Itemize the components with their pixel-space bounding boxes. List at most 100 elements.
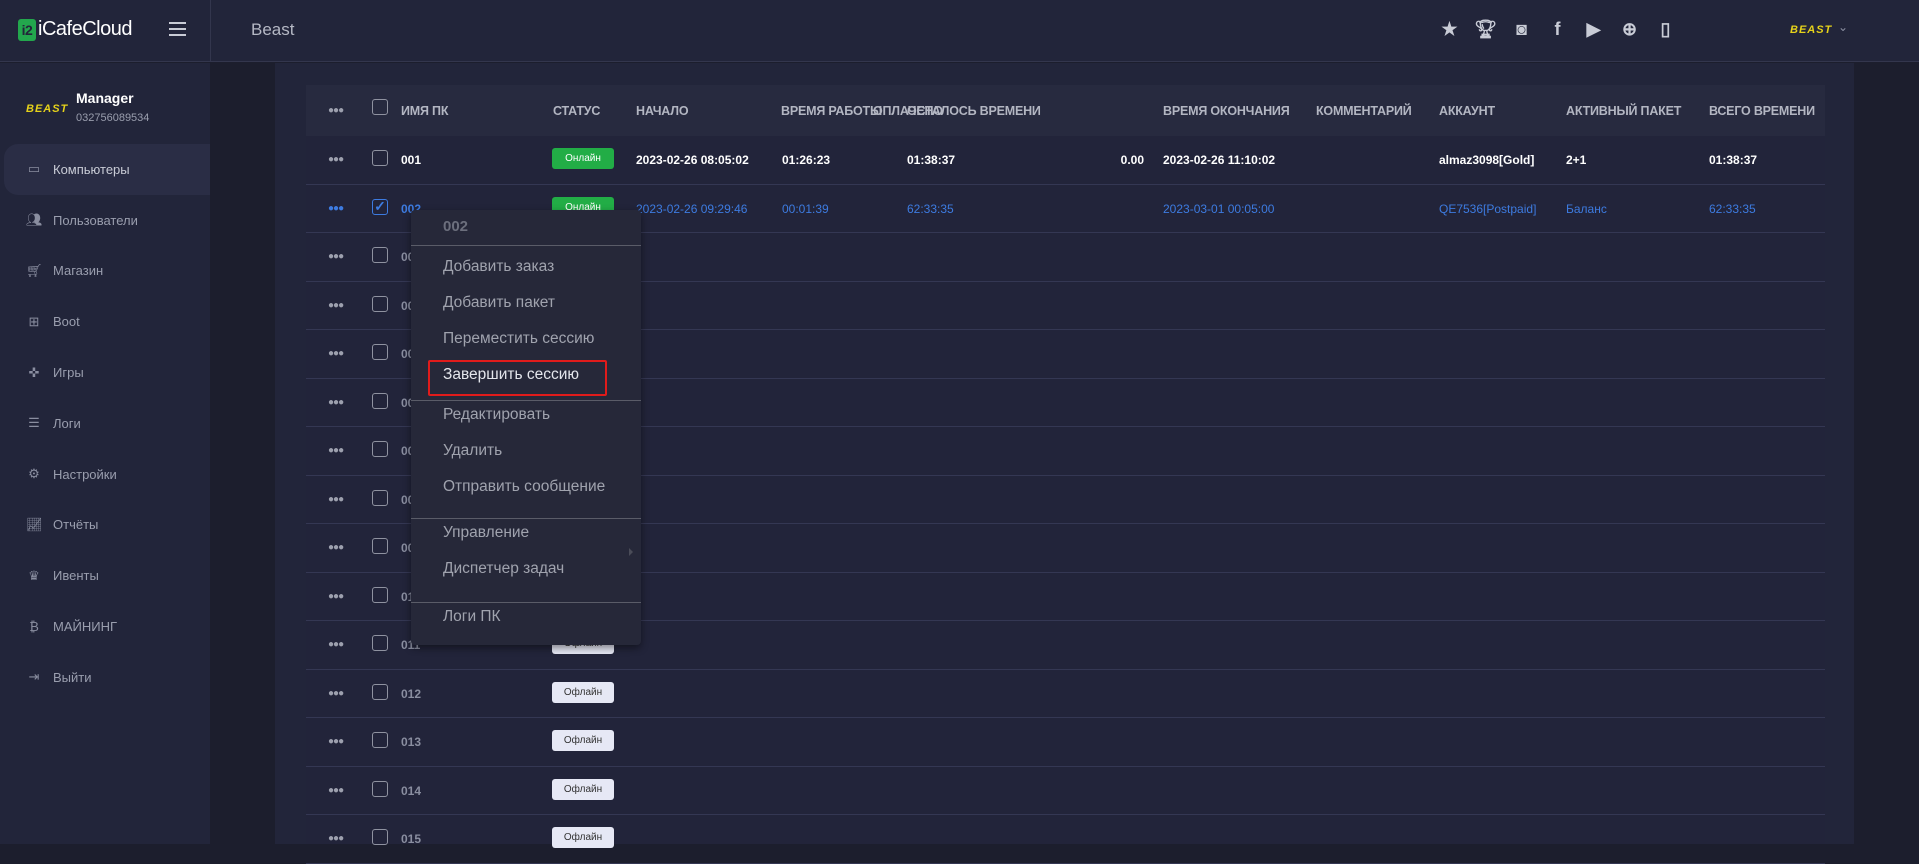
row-checkbox[interactable]	[372, 635, 388, 651]
chevron-down-icon[interactable]: ⌄	[1838, 20, 1848, 34]
context-menu: 002 Добавить заказ Добавить пакет Перемест…	[411, 210, 641, 645]
monitor-icon: ▭	[27, 161, 41, 177]
youtube-icon[interactable]: ▶	[1582, 18, 1605, 41]
page-title: Beast	[251, 20, 295, 39]
discord-icon[interactable]: ◙	[1510, 18, 1533, 41]
sidebar-item-5[interactable]: ☰ Логи	[4, 398, 210, 449]
col-account[interactable]: АККАУНТ	[1439, 104, 1495, 118]
more-options-icon[interactable]: ●●●	[328, 833, 344, 844]
more-options-icon[interactable]: ●●●	[328, 300, 344, 311]
sidebar-item-4[interactable]: ✜ Игры	[4, 347, 210, 398]
col-package[interactable]: АКТИВНЫЙ ПАКЕТ	[1566, 104, 1681, 118]
more-options-icon[interactable]: ●●●	[328, 736, 344, 747]
sidebar-item-10[interactable]: ⇥ Выйти	[4, 652, 210, 703]
row-checkbox[interactable]	[372, 683, 388, 700]
sidebar-item-label: Ивенты	[53, 568, 99, 584]
row-checkbox[interactable]	[372, 732, 388, 748]
more-options-icon[interactable]: ●●●	[328, 445, 344, 456]
menu-item-1[interactable]: Добавить пакет	[443, 294, 555, 312]
sidebar-item-label: Логи	[53, 415, 81, 431]
pc-name[interactable]: 001	[401, 153, 421, 167]
more-options-icon[interactable]: ●●●	[328, 251, 344, 262]
total-time: 62:33:35	[1709, 201, 1756, 216]
table-row[interactable]: ●●● 015 Офлайн	[306, 815, 1825, 864]
row-checkbox[interactable]	[372, 780, 388, 797]
book-icon[interactable]: ▯	[1654, 18, 1677, 41]
more-options-icon[interactable]: ●●●	[328, 639, 344, 650]
more-options-icon[interactable]: ●●●	[328, 688, 344, 699]
more-options-icon[interactable]: ●●●	[328, 542, 344, 553]
active-package: 2+1	[1566, 153, 1587, 167]
row-checkbox[interactable]	[372, 295, 388, 312]
more-options-icon[interactable]: ●●●	[328, 203, 344, 214]
menu-item-3[interactable]: Завершить сессию	[443, 366, 579, 384]
table-row[interactable]: ●●● 001 Онлайн 2023-02-26 08:05:02 01:26:23 0…	[306, 136, 1825, 185]
row-checkbox[interactable]	[372, 344, 388, 360]
row-checkbox[interactable]	[372, 392, 388, 409]
more-options-icon[interactable]: ●●●	[328, 348, 344, 359]
pc-name[interactable]: 012	[401, 687, 421, 701]
row-checkbox[interactable]	[372, 538, 388, 554]
col-start[interactable]: НАЧАЛО	[636, 104, 689, 118]
row-checkbox[interactable]	[372, 586, 388, 603]
col-comment[interactable]: КОММЕНТАРИЙ	[1316, 104, 1412, 118]
more-options-icon[interactable]: ●●●	[328, 494, 344, 505]
sidebar-item-6[interactable]: ⚙ Настройки	[4, 449, 210, 500]
sidebar-item-7[interactable]: 📈︎ Отчёты	[4, 500, 210, 551]
hamburger-menu-icon[interactable]	[169, 22, 186, 36]
menu-item-9[interactable]: Логи ПК	[443, 608, 501, 626]
more-options-icon[interactable]: ●●●	[328, 785, 344, 796]
brand-logo-menu[interactable]: BEAST	[1790, 24, 1832, 36]
ranking-stars-icon[interactable]: ★	[1438, 18, 1461, 41]
account: almaz3098[Gold]	[1439, 153, 1535, 167]
menu-item-0[interactable]: Добавить заказ	[443, 258, 554, 276]
account: QE7536[Postpaid]	[1439, 201, 1537, 216]
more-options-icon[interactable]: ●●●	[328, 591, 344, 602]
col-work-time[interactable]: ВРЕМЯ РАБОТЫ	[781, 104, 882, 118]
menu-item-7[interactable]: Управление	[443, 524, 529, 542]
table-row[interactable]: ●●● 013 Офлайн	[306, 718, 1825, 767]
menu-item-8[interactable]: Диспетчер задач	[443, 560, 564, 578]
more-options-icon[interactable]: ●●●	[328, 154, 344, 165]
sidebar-item-9[interactable]: ₿ МАЙНИНГ	[4, 601, 210, 652]
globe-icon[interactable]: ⊕	[1618, 18, 1641, 41]
more-options-icon[interactable]: ●●●	[328, 105, 344, 116]
col-total[interactable]: ВСЕГО ВРЕМЕНИ	[1709, 104, 1815, 118]
col-end-time[interactable]: ВРЕМЯ ОКОНЧАНИЯ	[1163, 104, 1290, 118]
table-row[interactable]: ●●● 012 Офлайн	[306, 670, 1825, 718]
gamepad-icon: ✜	[28, 364, 40, 380]
logo[interactable]: i2 iCafeCloud	[18, 18, 132, 41]
context-menu-title: 002	[443, 218, 469, 235]
row-checkbox[interactable]: ✓	[372, 198, 388, 215]
sidebar-item-0[interactable]: ▭ Компьютеры	[4, 144, 210, 195]
row-checkbox[interactable]	[372, 829, 388, 845]
menu-separator	[411, 518, 641, 519]
pc-name[interactable]: 014	[401, 784, 421, 798]
more-options-icon[interactable]: ●●●	[328, 397, 344, 408]
sidebar-item-label: Отчёты	[53, 517, 99, 533]
menu-item-5[interactable]: Удалить	[443, 442, 502, 460]
col-status[interactable]: СТАТУС	[553, 104, 600, 118]
menu-item-2[interactable]: Переместить сессию	[443, 330, 594, 348]
user-phone: 032756089534	[76, 112, 150, 124]
sidebar-item-8[interactable]: ♛ Ивенты	[4, 550, 210, 601]
menu-item-4[interactable]: Редактировать	[443, 406, 550, 424]
sidebar-item-3[interactable]: ⊞ Boot	[4, 296, 210, 347]
col-pc-name[interactable]: ИМЯ ПК	[401, 104, 448, 118]
select-all-checkbox[interactable]	[372, 99, 388, 115]
facebook-icon[interactable]: f	[1546, 18, 1569, 41]
row-checkbox[interactable]	[372, 441, 388, 457]
trophy-icon[interactable]: 🏆︎	[1474, 18, 1497, 41]
menu-item-6[interactable]: Отправить сообщение	[443, 478, 605, 496]
row-checkbox[interactable]	[372, 489, 388, 506]
table-row[interactable]: ●●● 014 Офлайн	[306, 767, 1825, 815]
paid: 0.00	[1120, 153, 1144, 167]
sidebar-item-2[interactable]: 🛒︎ Магазин	[4, 246, 210, 297]
sidebar-item-1[interactable]: 👥︎ Пользователи	[4, 195, 210, 246]
work-time: 01:26:23	[782, 153, 831, 167]
sidebar-item-label: Выйти	[53, 669, 92, 685]
row-checkbox[interactable]	[372, 247, 388, 263]
pc-name[interactable]: 013	[401, 735, 421, 749]
table-header: ●●● ИМЯ ПК СТАТУС НАЧАЛО ВРЕМЯ РАБОТЫ ОСТАЛО…	[306, 85, 1825, 136]
row-checkbox[interactable]	[372, 150, 388, 166]
